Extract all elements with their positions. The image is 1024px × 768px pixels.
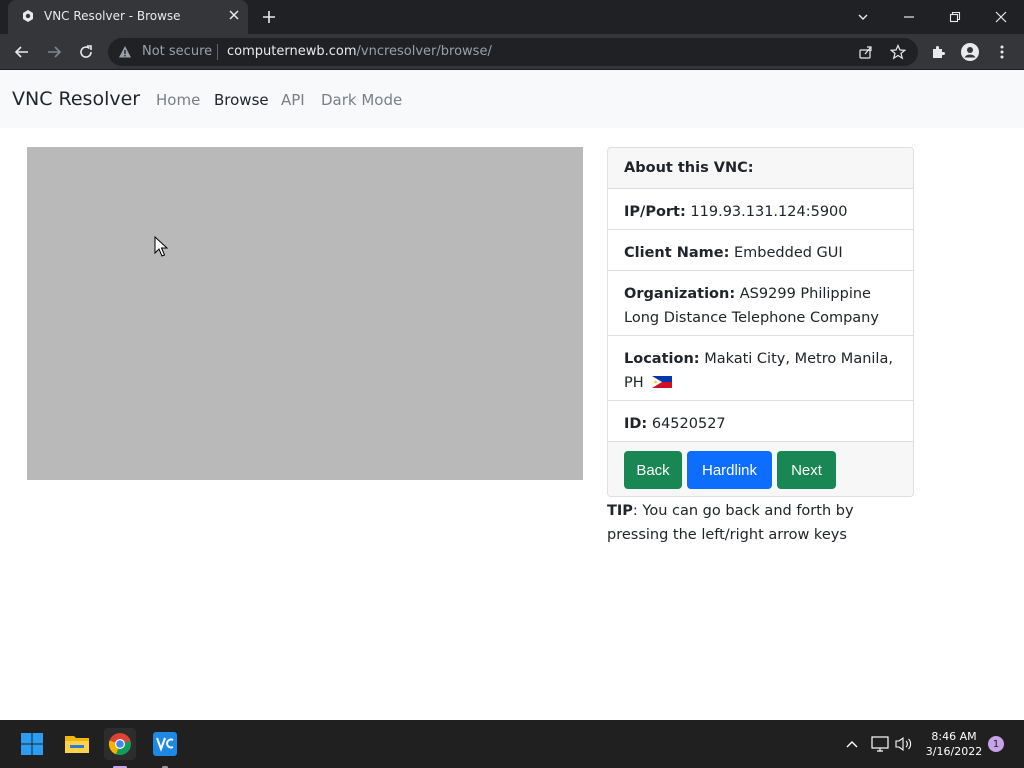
- menu-kebab-icon[interactable]: [992, 42, 1012, 62]
- tab-title: VNC Resolver - Browse: [44, 9, 181, 23]
- restore-icon[interactable]: [932, 0, 978, 34]
- info-row-organization: Organization: AS9299 Philippine Long Dis…: [608, 271, 913, 336]
- browser-toolbar: Not secure computernewb.com/vncresolver/…: [0, 34, 1024, 70]
- info-row-ip-port: IP/Port: 119.93.131.124:5900: [608, 189, 913, 230]
- bookmark-star-icon[interactable]: [890, 44, 906, 60]
- ip-port-value: 119.93.131.124:5900: [690, 204, 848, 220]
- nav-link-browse[interactable]: Browse: [214, 91, 269, 109]
- browser-titlebar: VNC Resolver - Browse: [0, 0, 1024, 34]
- tip-body: : You can go back and forth by pressing …: [607, 503, 854, 543]
- new-tab-icon[interactable]: [260, 8, 278, 26]
- file-explorer-icon[interactable]: [61, 728, 93, 760]
- location-label: Location:: [624, 351, 700, 367]
- info-row-id: ID: 64520527: [608, 401, 913, 442]
- site-navbar: VNC Resolver Home Browse API Dark Mode: [0, 70, 1024, 128]
- card-footer: Back Hardlink Next: [608, 442, 913, 496]
- info-row-client-name: Client Name: Embedded GUI: [608, 230, 913, 271]
- nav-link-home[interactable]: Home: [156, 91, 200, 109]
- profile-icon[interactable]: [960, 42, 980, 62]
- minimize-icon[interactable]: [886, 0, 932, 34]
- address-bar[interactable]: Not secure computernewb.com/vncresolver/…: [108, 38, 918, 66]
- omnibox-divider: [217, 44, 218, 60]
- url-path: /vncresolver/browse/: [356, 44, 492, 59]
- site-brand[interactable]: VNC Resolver: [12, 88, 140, 110]
- tip-label: TIP: [607, 503, 633, 519]
- url-text[interactable]: computernewb.com/vncresolver/browse/: [227, 44, 492, 59]
- site-favicon-icon: [23, 10, 33, 22]
- chrome-taskbar-icon[interactable]: [104, 728, 136, 768]
- vnc-info-card: About this VNC: IP/Port: 119.93.131.124:…: [607, 147, 914, 497]
- reload-icon[interactable]: [76, 42, 96, 62]
- url-host: computernewb.com: [227, 44, 357, 59]
- philippines-flag-icon: [652, 376, 673, 388]
- windows-taskbar: 8:46 AM 3/16/2022 1: [0, 720, 1024, 768]
- security-label[interactable]: Not secure: [142, 44, 212, 59]
- clock-date: 3/16/2022: [925, 745, 983, 758]
- nav-link-api[interactable]: API: [281, 91, 305, 109]
- card-header: About this VNC:: [608, 148, 913, 189]
- warning-icon[interactable]: [118, 45, 132, 59]
- volume-icon[interactable]: [888, 728, 920, 760]
- organization-label: Organization:: [624, 286, 736, 302]
- nav-link-dark-mode[interactable]: Dark Mode: [321, 91, 402, 109]
- vnc-screenshot: [27, 147, 583, 480]
- ip-port-label: IP/Port:: [624, 204, 686, 220]
- back-button[interactable]: Back: [624, 451, 682, 489]
- forward-arrow-icon[interactable]: [44, 42, 64, 62]
- next-button[interactable]: Next: [777, 451, 836, 489]
- tab-close-icon[interactable]: [226, 7, 242, 23]
- notification-badge[interactable]: 1: [988, 736, 1004, 752]
- mouse-cursor-icon: [154, 236, 168, 257]
- id-label: ID:: [624, 416, 648, 432]
- tip-text: TIP: You can go back and forth by pressi…: [607, 499, 917, 547]
- vnc-viewer-icon[interactable]: [149, 728, 181, 768]
- browser-tab[interactable]: VNC Resolver - Browse: [8, 0, 248, 34]
- hardlink-button[interactable]: Hardlink: [687, 451, 772, 489]
- client-name-label: Client Name:: [624, 245, 730, 261]
- id-value: 64520527: [651, 416, 726, 432]
- client-name-value: Embedded GUI: [734, 245, 843, 261]
- clock-time: 8:46 AM: [931, 730, 977, 743]
- back-arrow-icon[interactable]: [12, 42, 32, 62]
- windows-start-icon[interactable]: [16, 728, 48, 760]
- system-clock[interactable]: 8:46 AM 3/16/2022: [920, 729, 988, 759]
- info-row-location: Location: Makati City, Metro Manila, PH: [608, 336, 913, 401]
- extensions-icon[interactable]: [928, 42, 948, 62]
- share-icon[interactable]: [858, 44, 874, 60]
- close-window-icon[interactable]: [978, 0, 1024, 34]
- tab-search-icon[interactable]: [840, 0, 886, 34]
